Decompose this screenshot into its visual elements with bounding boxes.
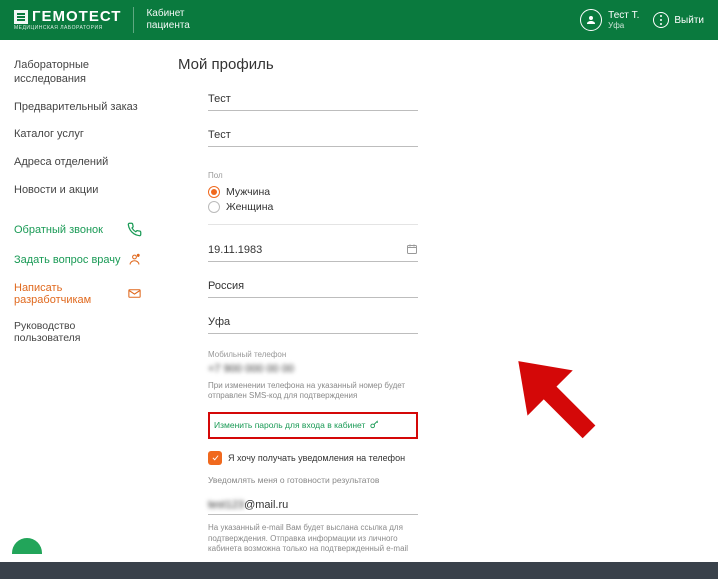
email-suffix: @mail.ru [244,499,288,511]
write-dev-label: Написать разработчикам [14,282,127,306]
email-note: На указанный e-mail Вам будет выслана сс… [208,523,418,555]
notify-results-label: Уведомлять меня о готовности результатов [208,475,418,485]
phone-notify-label: Я хочу получать уведомления на телефон [228,453,405,463]
city-field[interactable]: Уфа [208,314,418,334]
city-value: Уфа [208,316,418,330]
sidebar-item-addresses[interactable]: Адреса отделений [14,149,142,177]
email-field[interactable]: test123@mail.ru [208,497,418,515]
gender-label: Пол [208,171,418,180]
logout-label: Выйти [674,15,704,26]
footer-bar [0,562,718,579]
divider [133,7,134,33]
email-resend-link[interactable]: Отправить письмо для подтверждения почты [208,560,418,562]
callback-label: Обратный звонок [14,224,103,236]
radio-icon-checked [208,186,220,198]
last-name-value: Тест [208,129,418,143]
gender-female-radio[interactable]: Женщина [208,201,418,213]
user-block[interactable]: Тест Т. Уфа [580,9,639,31]
sidebar-item-preorder[interactable]: Предварительный заказ [14,94,142,122]
phone-notify-checkbox-row[interactable]: Я хочу получать уведомления на телефон [208,451,418,465]
sidebar-ask-doctor-button[interactable]: Задать вопрос врачу 0 [14,245,142,275]
key-icon [369,419,380,432]
mail-icon [127,286,142,302]
first-name-field[interactable]: Тест [208,91,418,111]
page-title: Мой профиль [178,56,702,73]
gender-female-label: Женщина [226,201,273,213]
main-content: Мой профиль Тест Тест Пол Мужчина [148,40,718,562]
ask-doctor-label: Задать вопрос врачу [14,254,121,266]
logo-text: ГЕМОТЕСТ [32,9,121,24]
profile-form: Тест Тест Пол Мужчина Женщина [208,91,418,562]
avatar-icon [580,9,602,31]
header: ГЕМОТЕСТ МЕДИЦИНСКАЯ ЛАБОРАТОРИЯ Кабинет… [0,0,718,40]
phone-icon [126,222,142,238]
gender-male-label: Мужчина [226,186,270,198]
logo-subtitle: МЕДИЦИНСКАЯ ЛАБОРАТОРИЯ [14,26,121,31]
change-password-label: Изменить пароль для входа в кабинет [214,420,365,430]
checkbox-checked-icon [208,451,222,465]
change-password-highlight: Изменить пароль для входа в кабинет [208,412,418,439]
sidebar-manual-link[interactable]: Руководство пользователя [14,313,142,351]
gender-group: Пол Мужчина Женщина [208,171,418,225]
user-city: Уфа [608,21,639,30]
sidebar: Лабораторные исследования Предварительны… [0,40,148,562]
sidebar-item-catalog[interactable]: Каталог услуг [14,121,142,149]
logout-button[interactable]: Выйти [653,12,704,28]
header-subtitle: Кабинет пациента [146,8,189,33]
sidebar-item-news[interactable]: Новости и акции [14,177,142,205]
last-name-field[interactable]: Тест [208,127,418,147]
change-password-link[interactable]: Изменить пароль для входа в кабинет [214,416,412,435]
country-value: Россия [208,280,418,294]
phone-label: Мобильный телефон [208,350,418,359]
first-name-value: Тест [208,93,418,107]
sidebar-write-dev-button[interactable]: Написать разработчикам [14,275,142,313]
phone-value[interactable]: +7 900 000 00 00 [208,363,418,375]
annotation-arrow-icon [478,318,618,461]
country-field[interactable]: Россия [208,278,418,298]
dob-field[interactable]: 19.11.1983 [208,241,418,262]
dob-value: 19.11.1983 [208,244,262,258]
sidebar-callback-button[interactable]: Обратный звонок [14,215,142,245]
logo-icon [14,10,28,24]
calendar-icon[interactable] [406,243,418,258]
radio-icon [208,201,220,213]
email-prefix: test123 [208,499,244,511]
menu-dots-icon [653,12,669,28]
user-name: Тест Т. [608,10,639,22]
gender-male-radio[interactable]: Мужчина [208,186,418,198]
doctor-icon: 0 [126,252,142,268]
sidebar-item-lab[interactable]: Лабораторные исследования [14,52,142,94]
logo[interactable]: ГЕМОТЕСТ МЕДИЦИНСКАЯ ЛАБОРАТОРИЯ [14,9,121,31]
phone-note: При изменении телефона на указанный номе… [208,381,418,402]
